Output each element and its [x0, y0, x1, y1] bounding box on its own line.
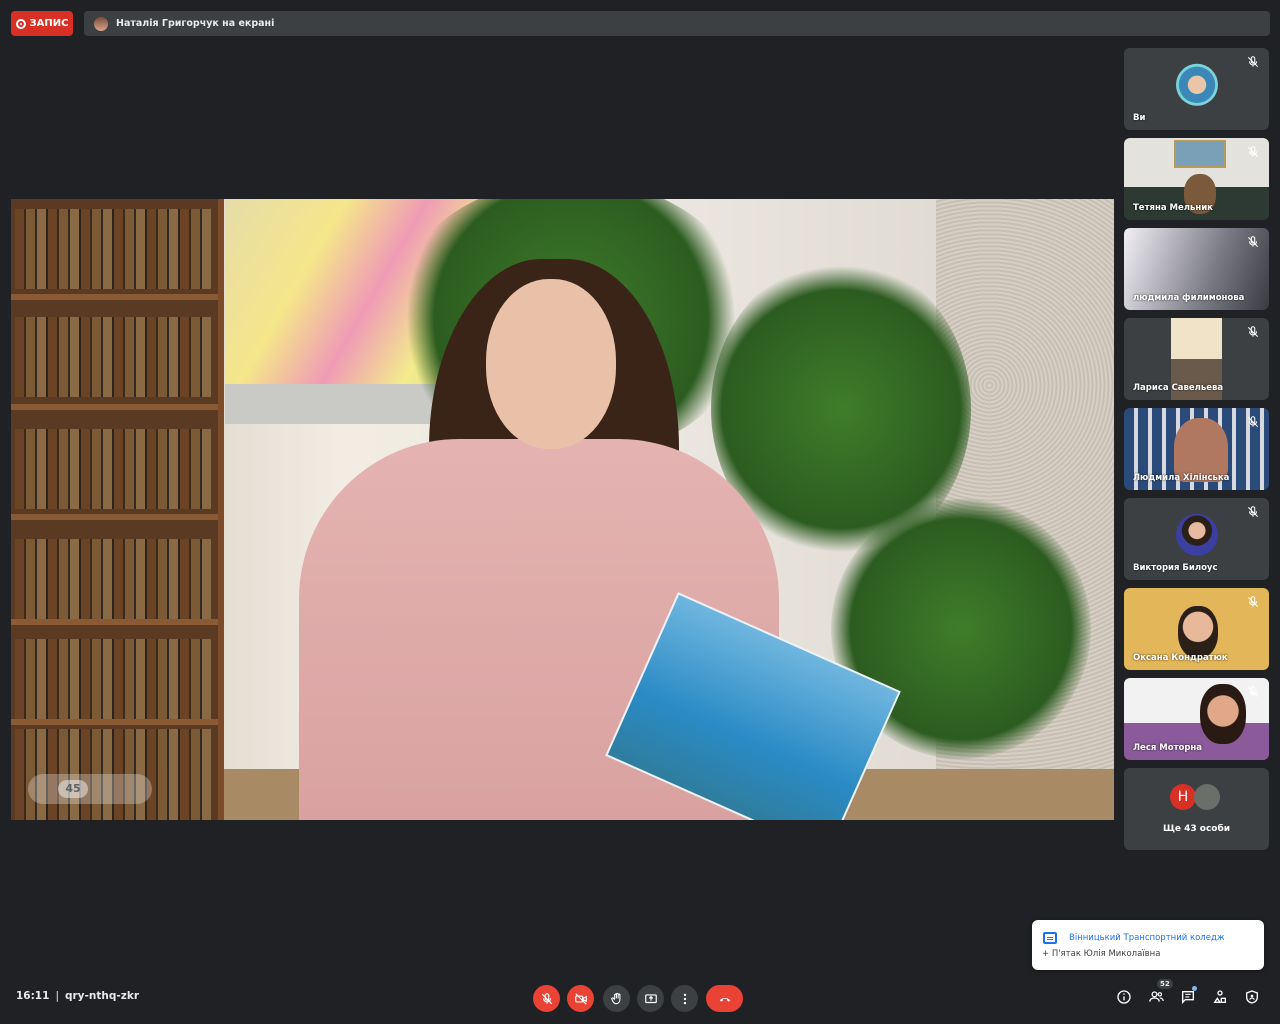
record-label: ЗАПИС — [29, 18, 69, 29]
participant-name: Ви — [1133, 113, 1146, 123]
people-icon — [1148, 991, 1164, 1002]
books — [15, 429, 211, 509]
participant-video — [1178, 606, 1218, 658]
separator: | — [55, 990, 59, 1002]
more-participants-label: Ще 43 особи — [1162, 824, 1231, 834]
participant-name: Оксана Кондратюк — [1133, 653, 1228, 663]
shelf — [11, 514, 218, 520]
more-options-button[interactable] — [671, 985, 698, 1012]
meeting-info: 16:11 | qry-nthq-zkr — [16, 990, 139, 1002]
avatar: Н — [1170, 784, 1196, 810]
chat-message-icon — [1043, 932, 1057, 944]
participant-name: Тетяна Мельник — [1133, 203, 1213, 213]
mic-off-icon — [1247, 506, 1259, 518]
clock: 16:11 — [16, 990, 50, 1002]
participant-tile[interactable]: Людмила Хілінська — [1124, 408, 1269, 490]
mic-off-icon — [1247, 146, 1259, 158]
leave-call-button[interactable] — [706, 985, 743, 1012]
mic-off-icon — [1247, 326, 1259, 338]
mic-off-icon — [1247, 236, 1259, 248]
participant-tile[interactable]: Тетяна Мельник — [1124, 138, 1269, 220]
activities-button[interactable] — [1211, 988, 1229, 1006]
avatar — [1194, 784, 1220, 810]
participants-count-badge: 52 — [1157, 979, 1173, 989]
camera-toggle-button[interactable] — [567, 985, 594, 1012]
participant-tile[interactable]: Оксана Кондратюк — [1124, 588, 1269, 670]
mic-off-icon — [1247, 416, 1259, 428]
chat-notification[interactable]: Вінницький Транспортний коледж + П'ятак … — [1032, 920, 1264, 970]
participant-name: Леся Моторна — [1133, 743, 1203, 753]
chat-sender: Вінницький Транспортний коледж — [1069, 933, 1225, 943]
shelf — [11, 294, 218, 300]
overlay-counter-value: 45 — [58, 780, 88, 798]
participant-tile[interactable]: Виктория Билоус — [1124, 498, 1269, 580]
participant-name: людмила филимонова — [1133, 293, 1245, 303]
participant-name: Виктория Билоус — [1133, 563, 1218, 573]
raise-hand-icon — [610, 992, 620, 1004]
meeting-code: qry-nthq-zkr — [64, 990, 139, 1002]
participant-tile[interactable]: Лариса Савельева — [1124, 318, 1269, 400]
participant-tile[interactable]: людмила филимонова — [1124, 228, 1269, 310]
host-controls-icon — [1246, 990, 1258, 1004]
books — [15, 317, 211, 397]
chat-icon — [1182, 991, 1194, 1004]
avatar — [1175, 63, 1218, 106]
more-options-icon — [683, 993, 686, 1004]
raise-hand-button[interactable] — [603, 985, 630, 1012]
presenter-avatar — [94, 16, 108, 31]
present-icon — [644, 993, 657, 1003]
recording-indicator[interactable]: ЗАПИС — [11, 11, 73, 36]
camera-off-icon — [574, 992, 587, 1005]
mic-off-icon — [541, 992, 552, 1004]
presenting-banner: Наталія Григорчук на екрані — [84, 11, 1270, 36]
bookcase — [11, 199, 224, 820]
chat-message: + П'ятак Юлія Миколаївна — [1042, 949, 1161, 959]
mic-off-icon — [1247, 596, 1259, 608]
more-participants-tile[interactable]: Н Ще 43 особи — [1124, 768, 1269, 850]
shelf — [11, 404, 218, 410]
shelf — [11, 619, 218, 625]
info-icon — [1117, 990, 1131, 1004]
participant-name: Лариса Савельева — [1133, 383, 1224, 393]
books — [15, 209, 211, 289]
presenter-face — [486, 279, 616, 449]
meeting-details-button[interactable] — [1115, 988, 1133, 1006]
presenting-text: Наталія Григорчук на екрані — [116, 18, 275, 29]
record-icon — [15, 18, 26, 29]
mic-off-icon — [1247, 686, 1259, 698]
mic-toggle-button[interactable] — [533, 985, 560, 1012]
participant-tile[interactable]: Леся Моторна — [1124, 678, 1269, 760]
books — [15, 539, 211, 619]
people-button[interactable] — [1147, 988, 1165, 1006]
participant-tile-self[interactable]: Ви — [1124, 48, 1269, 130]
books — [15, 639, 211, 719]
more-participants-avatars: Н — [1170, 784, 1220, 810]
wall-painting — [1174, 140, 1226, 168]
chat-unread-dot — [1192, 986, 1197, 991]
main-presentation-video: 45 — [11, 199, 1114, 820]
avatar — [1175, 513, 1218, 556]
participant-video — [1200, 684, 1246, 744]
present-button[interactable] — [637, 985, 664, 1012]
host-controls-button[interactable] — [1243, 988, 1261, 1006]
mic-off-icon — [1247, 56, 1259, 68]
participant-name: Людмила Хілінська — [1133, 473, 1230, 483]
video-overlay-counter: 45 — [28, 774, 152, 804]
hang-up-icon — [719, 997, 730, 1002]
shelf — [11, 719, 218, 725]
activities-icon — [1213, 990, 1226, 1003]
